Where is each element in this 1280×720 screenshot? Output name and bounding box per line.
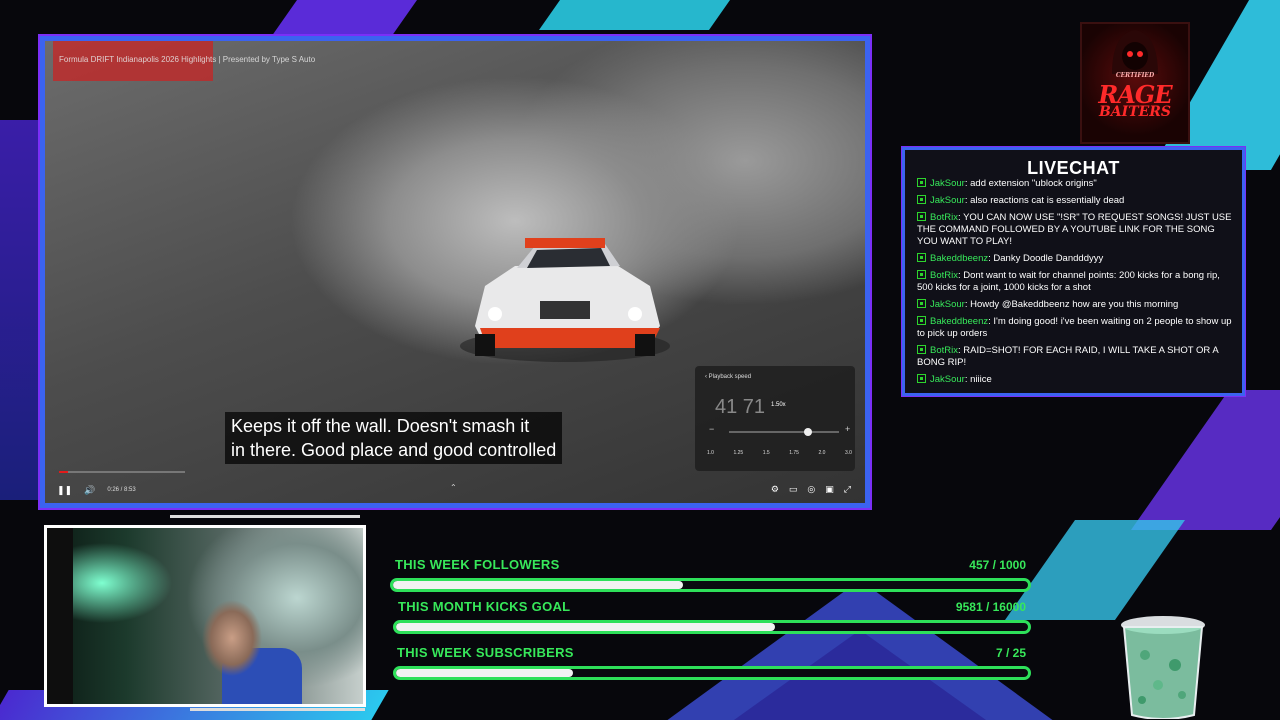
webcam-feed — [44, 525, 366, 707]
chat-text: : Howdy @Bakeddbeenz how are you this mo… — [964, 299, 1179, 310]
drift-car-image — [460, 238, 670, 362]
chat-message: JakSour: niiice — [917, 374, 1234, 386]
channel-logo: CERTIFIED RAGE BAITERS — [1080, 22, 1190, 144]
video-progress-fill — [59, 471, 68, 473]
speed-preset-chip[interactable]: 1.0 — [707, 450, 714, 456]
chat-badge-icon — [917, 345, 926, 354]
video-progress-bar[interactable] — [59, 471, 185, 473]
pause-icon[interactable]: ❚❚ — [57, 485, 72, 496]
speed-slider-knob[interactable] — [803, 428, 812, 436]
chat-username[interactable]: JakSour — [930, 178, 965, 189]
speed-increase-button[interactable]: + — [845, 424, 850, 434]
chat-message: JakSour: Howdy @Bakeddbeenz how are you … — [917, 299, 1234, 311]
chat-badge-icon — [917, 316, 926, 325]
webcam-accent-bar — [190, 708, 365, 711]
goal-label-subscribers: THIS WEEK SUBSCRIBERS — [397, 645, 574, 660]
chat-text: : Dont want to wait for channel points: … — [917, 270, 1220, 293]
video-player[interactable]: Formula DRIFT Indianapolis 2026 Highligh… — [40, 36, 870, 508]
speed-preset-chip[interactable]: 3.0 — [845, 450, 852, 456]
chat-message: JakSour: also reactions cat is essential… — [917, 195, 1234, 207]
chat-username[interactable]: BotRix — [930, 212, 958, 223]
video-title: Formula DRIFT Indianapolis 2026 Highligh… — [59, 55, 316, 64]
chat-badge-icon — [917, 253, 926, 262]
chat-badge-icon — [917, 299, 926, 308]
chat-username[interactable]: BotRix — [930, 345, 958, 356]
live-chat: LIVECHAT JakSour: add extension "ublock … — [902, 147, 1245, 396]
speed-preset-chip[interactable]: 1.25 — [733, 450, 743, 456]
video-subtitle: Keeps it off the wall. Doesn't smash it … — [225, 412, 563, 464]
goal-bar-kicks — [393, 620, 1031, 634]
chat-badge-icon — [917, 212, 926, 221]
goal-bar-subscribers — [393, 666, 1031, 680]
goal-count-followers: 457 / 1000 — [969, 558, 1026, 572]
bg-stripe — [0, 120, 40, 500]
webcam-person — [187, 598, 277, 704]
goal-fill-kicks — [396, 623, 775, 631]
volume-icon[interactable]: 🔊 — [84, 485, 95, 496]
chat-username[interactable]: Bakeddbeenz — [930, 253, 988, 264]
chat-username[interactable]: Bakeddbeenz — [930, 316, 988, 327]
speed-presets: 1.0 1.25 1.5 1.75 2.0 3.0 — [707, 450, 852, 456]
hooded-skull-icon — [1112, 30, 1158, 74]
goal-label-followers: THIS WEEK FOLLOWERS — [395, 557, 560, 572]
speed-value: 1.50x — [771, 402, 786, 408]
bg-stripe — [1130, 390, 1280, 530]
goal-bar-followers — [390, 578, 1031, 592]
speed-preset-chip[interactable]: 1.5 — [763, 450, 770, 456]
logo-text-top: CERTIFIED — [1115, 72, 1155, 79]
chat-message: BotRix: Dont want to wait for channel po… — [917, 270, 1234, 294]
subtitle-line: Keeps it off the wall. Doesn't smash it — [231, 416, 530, 436]
goal-fill-followers — [393, 581, 684, 589]
playback-speed-panel[interactable]: ‹ Playback speed 41 71 1.50x − + 1.0 1.25… — [695, 366, 855, 471]
chevron-up-icon[interactable]: ⌃ — [450, 483, 457, 492]
chat-message: Bakeddbeenz: Danky Doodle Dandddyyy — [917, 253, 1234, 265]
chevron-left-icon[interactable]: ‹ — [705, 374, 707, 380]
speed-preset-chip[interactable]: 1.75 — [789, 450, 799, 456]
chat-badge-icon — [917, 195, 926, 204]
gear-icon[interactable]: ⚙ — [771, 484, 779, 495]
chat-message: JakSour: add extension "ublock origins" — [917, 178, 1234, 190]
webcam-side-bar — [47, 528, 73, 704]
chat-text: : Danky Doodle Dandddyyy — [988, 253, 1104, 264]
chat-message-list: JakSour: add extension "ublock origins" J… — [917, 178, 1234, 387]
tip-jar-icon — [1121, 616, 1205, 719]
video-time: 0:26 / 8:53 — [107, 487, 136, 493]
captions-icon[interactable]: ▭ — [789, 484, 798, 495]
chat-message: BotRix: RAID=SHOT! FOR EACH RAID, I WILL… — [917, 345, 1234, 369]
speed-slider[interactable] — [729, 428, 839, 436]
webcam-accent-bar — [170, 515, 360, 518]
bg-stripe — [538, 0, 752, 30]
chat-message: Bakeddbeenz: I'm doing good! i've been w… — [917, 316, 1234, 340]
chat-text: : RAID=SHOT! FOR EACH RAID, I WILL TAKE … — [917, 345, 1219, 368]
chat-text: : also reactions cat is essentially dead — [964, 195, 1125, 206]
chat-message: BotRix: YOU CAN NOW USE "!SR" TO REQUEST… — [917, 212, 1234, 248]
goal-label-kicks: THIS MONTH KICKS GOAL — [398, 599, 571, 614]
chat-username[interactable]: JakSour — [930, 195, 965, 206]
chat-badge-icon — [917, 178, 926, 187]
chat-username[interactable]: JakSour — [930, 374, 965, 385]
goal-count-subscribers: 7 / 25 — [995, 646, 1026, 660]
cast-icon[interactable]: ◎ — [807, 484, 815, 495]
chat-text: : add extension "ublock origins" — [964, 178, 1097, 189]
chat-text: : niiice — [964, 374, 992, 385]
chat-badge-icon — [917, 374, 926, 383]
chat-title: LIVECHAT — [1027, 158, 1120, 178]
goal-fill-subscribers — [396, 669, 573, 677]
speed-decrease-button[interactable]: − — [709, 424, 714, 434]
logo-text-sub: BAITERS — [1098, 104, 1172, 120]
fullscreen-icon[interactable]: ⤢ — [844, 484, 851, 495]
goal-count-kicks: 9581 / 16000 — [955, 600, 1026, 614]
subtitle-line: in there. Good place and good controlled — [231, 440, 557, 460]
speed-display: 41 71 — [715, 396, 766, 418]
miniplayer-icon[interactable]: ▣ — [825, 484, 834, 495]
chat-username[interactable]: JakSour — [930, 299, 965, 310]
speed-panel-header[interactable]: ‹ Playback speed — [705, 374, 751, 380]
chat-username[interactable]: BotRix — [930, 270, 958, 281]
chat-text: : YOU CAN NOW USE "!SR" TO REQUEST SONGS… — [917, 212, 1232, 247]
speed-preset-chip[interactable]: 2.0 — [819, 450, 826, 456]
chat-badge-icon — [917, 270, 926, 279]
